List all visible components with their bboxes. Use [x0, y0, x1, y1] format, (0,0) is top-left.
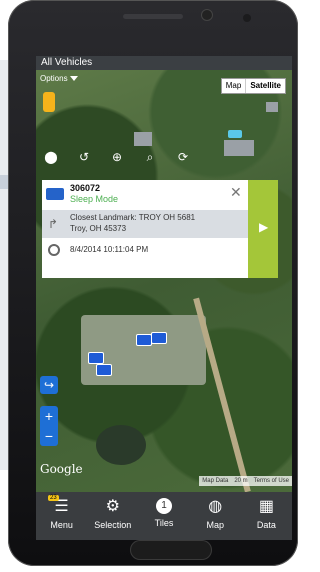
map-type-map-button[interactable]: Map	[222, 79, 246, 93]
tab-data[interactable]: ▦ Data	[241, 492, 292, 540]
menu-icon: ☰	[54, 498, 69, 515]
pin-icon[interactable]: ⬤	[42, 150, 60, 164]
map-house	[266, 102, 278, 112]
sensor	[243, 14, 251, 22]
options-dropdown[interactable]: Options	[40, 74, 78, 83]
screen: All Vehicles Options Map Satellite ⬤ ↺ ⊕…	[36, 56, 292, 540]
zoom-control: + −	[40, 406, 58, 446]
map-pond	[96, 425, 146, 465]
map-house	[224, 140, 254, 156]
tab-label: Data	[256, 520, 276, 530]
window-title: All Vehicles	[36, 56, 292, 70]
zoom-out-button[interactable]: −	[40, 426, 58, 446]
popup-time-row: 8/4/2014 10:11:04 PM	[42, 238, 248, 266]
search-icon[interactable]: ⌕	[141, 150, 159, 165]
locate-icon[interactable]: ⊕	[108, 150, 126, 164]
landmark-line2: Troy, OH 45373	[70, 224, 127, 233]
map-house	[134, 132, 152, 146]
share-button[interactable]: ↪	[40, 376, 58, 394]
home-button[interactable]	[130, 540, 212, 560]
street-view-pegman-icon[interactable]	[43, 92, 55, 112]
map-type-satellite-button[interactable]: Satellite	[245, 79, 285, 93]
terms-link[interactable]: Terms of Use	[251, 476, 292, 486]
speaker	[123, 14, 183, 19]
popup-expand-button[interactable]: ▶	[248, 180, 278, 278]
gear-icon: ⚙	[105, 498, 120, 515]
zoom-in-button[interactable]: +	[40, 406, 58, 426]
vehicle-marker[interactable]	[151, 332, 167, 344]
vehicle-marker[interactable]	[96, 364, 112, 376]
clock-icon	[48, 244, 60, 256]
camera	[202, 10, 212, 20]
satellite-map[interactable]: Options Map Satellite ⬤ ↺ ⊕ ⌕ ⟳ 306072 S…	[36, 70, 292, 492]
data-icon: ▦	[258, 498, 274, 515]
menu-badge: 23	[48, 495, 59, 501]
refresh-icon[interactable]: ⟳	[174, 150, 192, 164]
tab-selection[interactable]: ⚙ Selection	[87, 492, 138, 540]
truck-icon	[46, 188, 64, 200]
popup-landmark-row: ↱ Closest Landmark: TROY OH 5681 Troy, O…	[42, 210, 248, 238]
direction-sign-icon: ↱	[48, 217, 59, 231]
tab-label: Menu	[50, 520, 73, 530]
scale-label: 20 m	[234, 478, 248, 484]
tab-tiles[interactable]: 1 Tiles	[138, 492, 189, 540]
chevron-down-icon	[69, 76, 78, 81]
map-toolbar: ⬤ ↺ ⊕ ⌕ ⟳	[42, 148, 192, 166]
tab-menu[interactable]: 23 ☰ Menu	[36, 492, 87, 540]
map-data-link[interactable]: Map Data	[199, 476, 231, 486]
vehicle-info-popup: 306072 Sleep Mode ✕ ↱ Closest Landmark: …	[42, 180, 278, 278]
map-road	[193, 297, 251, 492]
history-icon[interactable]: ↺	[75, 150, 93, 164]
map-type-toggle[interactable]: Map Satellite	[220, 78, 286, 94]
popup-vehicle-row: 306072 Sleep Mode ✕	[42, 180, 248, 210]
share-arrow-icon: ↪	[43, 378, 55, 392]
report-datetime: 8/4/2014 10:11:04 PM	[70, 245, 149, 254]
vehicle-marker[interactable]	[136, 334, 152, 346]
tab-map[interactable]: ◍ Map	[190, 492, 241, 540]
tab-label: Tiles	[154, 518, 174, 528]
vehicle-id: 306072	[70, 183, 101, 193]
close-icon[interactable]: ✕	[230, 184, 242, 201]
landmark-line1: Closest Landmark: TROY OH 5681	[70, 213, 196, 222]
map-pool	[228, 130, 242, 138]
bottom-tab-bar: 23 ☰ Menu ⚙ Selection 1 Tiles ◍ Map ▦ Da…	[36, 492, 292, 540]
tab-label: Map	[206, 520, 224, 530]
chevron-right-icon: ▶	[259, 220, 269, 234]
globe-icon: ◍	[208, 498, 223, 515]
tab-label: Selection	[94, 520, 132, 530]
options-label: Options	[40, 74, 68, 83]
google-logo: Google	[40, 462, 83, 476]
phone-frame: All Vehicles Options Map Satellite ⬤ ↺ ⊕…	[8, 0, 298, 566]
vehicle-marker[interactable]	[88, 352, 104, 364]
map-attribution: Map Data 20 m Terms of Use	[199, 476, 292, 486]
tiles-count: 1	[156, 498, 172, 514]
vehicle-status: Sleep Mode	[70, 194, 119, 204]
